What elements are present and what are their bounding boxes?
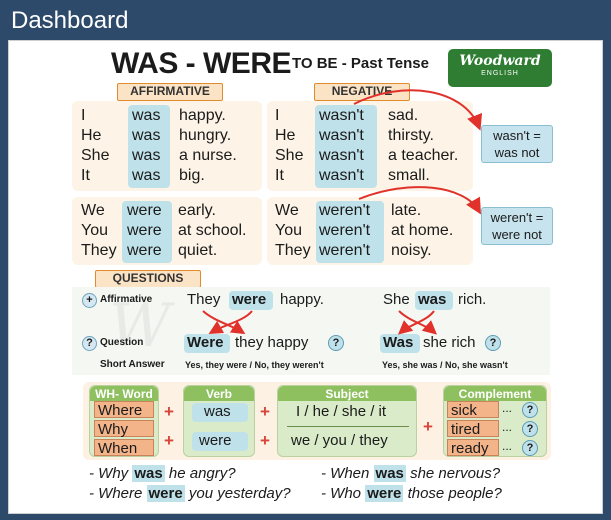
wh-word-header: WH- Word xyxy=(95,387,153,401)
ellipsis: ... xyxy=(502,420,513,434)
wh-word-cell: When xyxy=(94,439,154,457)
example-verb: was xyxy=(132,465,165,482)
example-post: he angry? xyxy=(168,465,236,482)
example-verb: was xyxy=(373,465,406,482)
plus-sign: + xyxy=(164,402,174,421)
example-post: those people? xyxy=(407,485,502,502)
verb-were: were xyxy=(199,432,232,449)
verb-was: was xyxy=(204,403,231,420)
example-pre: - Where xyxy=(89,485,143,502)
app-title: Dashboard xyxy=(11,7,129,34)
subject-plural: we / you / they xyxy=(291,432,388,449)
example-sentence: - Who were those people? xyxy=(321,485,502,502)
wh-word-cell: Why xyxy=(94,420,154,438)
subject-divider xyxy=(287,426,409,427)
verb-header: Verb xyxy=(205,387,232,401)
example-verb: were xyxy=(146,485,185,502)
plus-sign: + xyxy=(164,431,174,450)
complement-q-mark: ? xyxy=(522,402,538,418)
example-post: you yesterday? xyxy=(188,485,291,502)
example-post: she nervous? xyxy=(410,465,501,482)
ellipsis: ... xyxy=(502,401,513,415)
complement-cell: tired xyxy=(447,420,499,438)
complement-cell: sick xyxy=(447,401,499,419)
complement-header: Complement xyxy=(458,387,532,401)
example-sentence: - Where were you yesterday? xyxy=(89,485,291,502)
complement-cell: ready xyxy=(447,439,499,457)
ellipsis: ... xyxy=(502,439,513,453)
complement-q-mark: ? xyxy=(522,440,538,456)
example-pre: - Why xyxy=(89,465,129,482)
plus-sign: + xyxy=(423,417,433,436)
poster-frame: WAS - WERE TO BE - Past Tense Woodward E… xyxy=(8,40,603,514)
example-pre: - Who xyxy=(321,485,362,502)
example-pre: - When xyxy=(321,465,370,482)
plus-sign: + xyxy=(260,431,270,450)
subject-singular: I / he / she / it xyxy=(296,403,387,420)
app-header: Dashboard xyxy=(0,0,611,40)
subject-header: Subject xyxy=(325,387,369,401)
plus-sign: + xyxy=(260,402,270,421)
example-verb: were xyxy=(365,485,404,502)
example-sentence: - Why was he angry? xyxy=(89,465,236,482)
wh-word-cell: Where xyxy=(94,401,154,419)
example-sentence: - When was she nervous? xyxy=(321,465,500,482)
complement-q-mark: ? xyxy=(522,421,538,437)
